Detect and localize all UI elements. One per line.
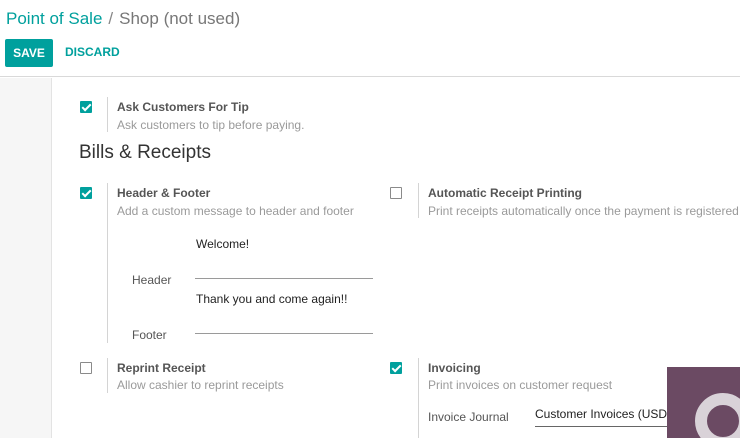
setting-divider	[107, 183, 108, 343]
breadcrumb-parent-link[interactable]: Point of Sale	[6, 9, 102, 29]
invoice-journal-select[interactable]: Customer Invoices (USD)	[535, 407, 675, 427]
footer-input[interactable]: Thank you and come again!!	[196, 292, 347, 306]
overlay-widget[interactable]	[667, 367, 740, 438]
invoicing-title: Invoicing	[428, 361, 481, 375]
invoicing-checkbox[interactable]	[390, 362, 402, 374]
breadcrumb: Point of Sale / Shop (not used)	[6, 9, 240, 29]
tip-checkbox[interactable]	[80, 101, 92, 113]
header-footer-checkbox[interactable]	[80, 187, 92, 199]
setting-divider	[418, 183, 419, 218]
header-footer-title: Header & Footer	[117, 186, 211, 200]
header-label: Header	[132, 273, 172, 287]
auto-print-checkbox[interactable]	[390, 187, 402, 199]
header-input-underline	[195, 278, 373, 279]
control-panel: Point of Sale / Shop (not used) SAVE DIS…	[0, 0, 740, 77]
footer-label: Footer	[132, 328, 167, 342]
section-heading-bills-receipts: Bills & Receipts	[79, 142, 211, 163]
setting-divider	[107, 358, 108, 393]
header-footer-description: Add a custom message to header and foote…	[117, 204, 354, 218]
ring-icon	[695, 393, 740, 438]
invoice-journal-label: Invoice Journal	[428, 410, 509, 424]
tip-title: Ask Customers For Tip	[117, 100, 249, 114]
header-input[interactable]: Welcome!	[196, 237, 249, 251]
reprint-description: Allow cashier to reprint receipts	[117, 378, 284, 392]
setting-divider	[107, 97, 108, 132]
save-button[interactable]: SAVE	[5, 39, 53, 67]
sheet-gutter	[0, 78, 52, 438]
breadcrumb-current: Shop (not used)	[119, 9, 241, 28]
footer-input-underline	[195, 333, 373, 334]
discard-button[interactable]: DISCARD	[65, 45, 120, 59]
reprint-checkbox[interactable]	[80, 362, 92, 374]
reprint-title: Reprint Receipt	[117, 361, 206, 375]
tip-description: Ask customers to tip before paying.	[117, 118, 305, 132]
auto-print-title: Automatic Receipt Printing	[428, 186, 583, 200]
setting-divider	[418, 358, 419, 438]
breadcrumb-separator: /	[108, 9, 114, 28]
invoicing-description: Print invoices on customer request	[428, 378, 613, 392]
auto-print-description: Print receipts automatically once the pa…	[428, 204, 739, 218]
